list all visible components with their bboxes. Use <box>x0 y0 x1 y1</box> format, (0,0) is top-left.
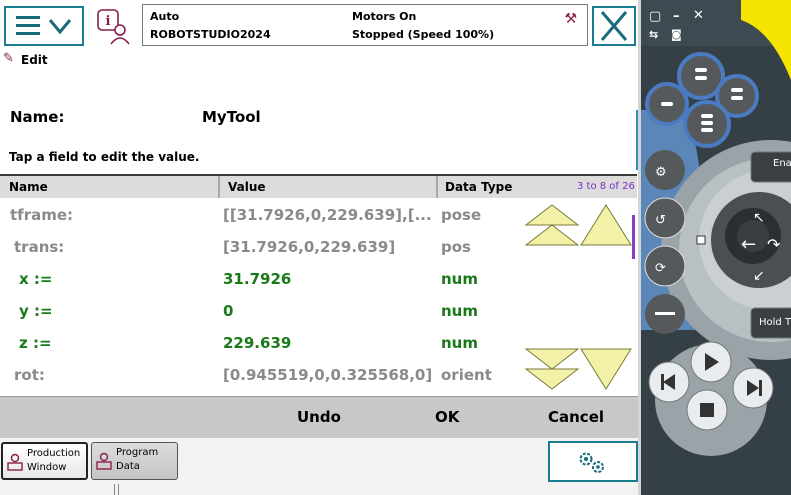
svg-text:↷: ↷ <box>767 235 781 254</box>
instruction-text: Tap a field to edit the value. <box>9 150 200 164</box>
column-header-value: Value <box>228 180 266 194</box>
task-label-line2: Data <box>116 461 140 472</box>
row-value: [0.945519,0,0.325568,0] <box>223 366 433 384</box>
enable-label: Ena <box>773 158 791 169</box>
row-value: 0 <box>223 302 234 320</box>
name-label: Name: <box>10 108 65 126</box>
row-value: [[31.7926,0,229.639],[... <box>223 206 432 224</box>
row-name: x := <box>19 270 53 288</box>
system-name: ROBOTSTUDIO2024 <box>150 28 271 41</box>
pendant-controls: ← ↷ ↖ ↙ ⚙ ↺ ⟳ <box>641 0 791 456</box>
row-name: trans: <box>14 238 65 256</box>
row-type: pose <box>441 206 482 224</box>
row-type: pos <box>441 238 471 256</box>
view-scroll-indicator <box>636 110 638 170</box>
column-separator <box>218 176 220 198</box>
motors-state: Motors On <box>352 10 417 23</box>
column-header-data-type: Data Type <box>445 180 513 194</box>
svg-text:⚙: ⚙ <box>655 165 667 180</box>
task-label-line2: Window <box>27 462 67 473</box>
program-data-icon <box>96 452 112 470</box>
svg-text:↙: ↙ <box>753 268 765 284</box>
svg-text:↺: ↺ <box>655 213 666 228</box>
ok-button[interactable]: OK <box>435 408 459 426</box>
view-title-bar: ✎ Edit <box>0 50 640 70</box>
page-indicator: 3 to 8 of 26 <box>577 181 635 192</box>
undo-button[interactable]: Undo <box>297 408 341 426</box>
svg-text:↖: ↖ <box>753 210 765 226</box>
resize-grip <box>114 484 119 495</box>
row-name: rot: <box>14 366 45 384</box>
column-header-name: Name <box>9 180 48 194</box>
cancel-button[interactable]: Cancel <box>548 408 604 426</box>
operating-mode: Auto <box>150 10 180 23</box>
row-type: num <box>441 302 478 320</box>
gears-icon <box>579 452 604 473</box>
scroll-down-icon[interactable] <box>579 347 633 391</box>
row-name: tframe: <box>10 206 74 224</box>
main-menu-button[interactable] <box>4 6 84 46</box>
hamburger-menu-icon <box>16 16 72 35</box>
row-type: num <box>441 334 478 352</box>
edit-icon: ✎ <box>3 51 14 66</box>
row-name: z := <box>19 334 52 352</box>
event-log-icon[interactable]: i <box>96 8 134 46</box>
action-bar: Undo OK Cancel <box>0 396 638 438</box>
page-up-icon[interactable] <box>524 203 580 247</box>
row-type: num <box>441 270 478 288</box>
row-name: y := <box>19 302 53 320</box>
row-type: orient <box>441 366 492 384</box>
row-value: 31.7926 <box>223 270 292 288</box>
task-production-window[interactable]: Production Window <box>1 442 88 480</box>
scroll-up-icon[interactable] <box>579 203 633 247</box>
production-window-icon <box>7 453 23 471</box>
table-row[interactable]: x := 31.7926 num <box>0 263 632 295</box>
table-row[interactable]: y := 0 num <box>0 295 632 327</box>
task-program-data[interactable]: Program Data <box>91 442 178 480</box>
close-button[interactable] <box>592 6 636 46</box>
table-header: Name Value Data Type 3 to 8 of 26 <box>0 176 637 198</box>
view-title: Edit <box>21 53 48 67</box>
column-separator <box>436 176 438 198</box>
svg-text:i: i <box>106 14 111 29</box>
hold-to-run-label: Hold T <box>759 317 791 328</box>
row-value: [31.7926,0,229.639] <box>223 238 396 256</box>
row-value: 229.639 <box>223 334 292 352</box>
status-bar[interactable]: Auto ROBOTSTUDIO2024 Motors On Stopped (… <box>142 4 588 46</box>
task-label-line1: Production <box>27 448 81 459</box>
task-label-line1: Program <box>116 447 159 458</box>
mechanical-unit-icon: ⚒ <box>564 11 577 27</box>
flexpendant-panel: ▢ – ✕ ⇆ ◙ ← ↷ ↖ ↙ ⚙ ↺ ⟳ Ena Hold T <box>641 0 791 495</box>
svg-text:⟳: ⟳ <box>655 261 666 276</box>
close-icon <box>600 11 628 41</box>
quickset-button[interactable] <box>548 441 638 482</box>
page-down-icon[interactable] <box>524 347 580 391</box>
program-state: Stopped (Speed 100%) <box>352 28 495 41</box>
svg-text:←: ← <box>741 234 756 255</box>
name-value: MyTool <box>202 108 261 126</box>
